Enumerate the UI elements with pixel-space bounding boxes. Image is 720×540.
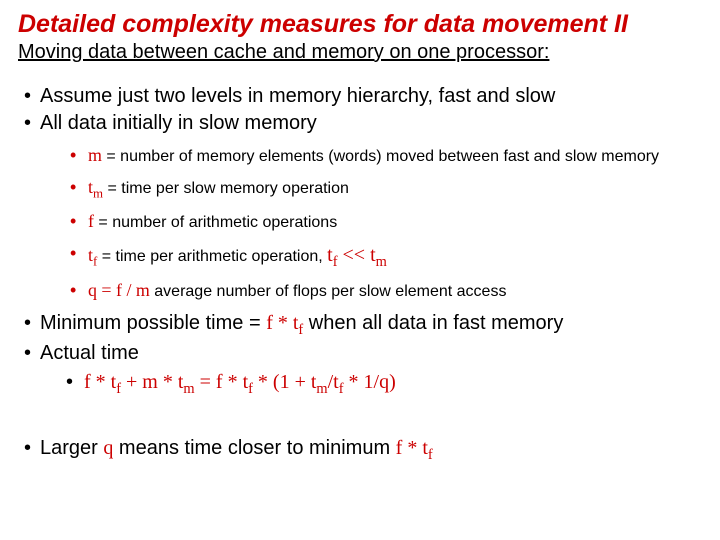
eq-part: f * tf + m * tm = f * tf * (1 + tm/tf * … bbox=[84, 371, 396, 393]
bullet-list: Assume just two levels in memory hierarc… bbox=[18, 84, 702, 398]
min-time-post: when all data in fast memory bbox=[303, 312, 563, 334]
min-time-pre: Minimum possible time = bbox=[40, 312, 266, 334]
def-q-text: average number of flops per slow element… bbox=[150, 283, 507, 300]
actual-time-eq-list: f * tf + m * tm = f * tf * (1 + tm/tf * … bbox=[62, 370, 702, 398]
min-eq: f * tf bbox=[396, 437, 433, 459]
larger-q-pre: Larger bbox=[40, 437, 103, 459]
bullet-min-time: Minimum possible time = f * tf when all … bbox=[18, 311, 702, 339]
var-tf: tf bbox=[88, 245, 97, 265]
def-tf-text: = time per arithmetic operation, bbox=[97, 248, 327, 265]
ineq-tm: tm bbox=[370, 244, 387, 266]
bullet-assumption-2: All data initially in slow memory m = nu… bbox=[18, 111, 702, 303]
sub-bullet-list: m = number of memory elements (words) mo… bbox=[66, 144, 702, 303]
def-m: m = number of memory elements (words) mo… bbox=[66, 144, 702, 168]
actual-time-label: Actual time bbox=[40, 342, 139, 364]
def-m-text: = number of memory elements (words) move… bbox=[102, 148, 659, 165]
bullet-list-2: Larger q means time closer to minimum f … bbox=[18, 436, 702, 464]
larger-q-mid: means time closer to minimum bbox=[113, 437, 395, 459]
bullet-actual-time: Actual time f * tf + m * tm = f * tf * (… bbox=[18, 341, 702, 398]
def-tf: tf = time per arithmetic operation, tf <… bbox=[66, 242, 702, 272]
def-q: q = f / m average number of flops per sl… bbox=[66, 279, 702, 303]
bullet-text: All data initially in slow memory bbox=[40, 112, 317, 134]
actual-time-eq: f * tf + m * tm = f * tf * (1 + tm/tf * … bbox=[62, 370, 702, 398]
var-tm: tm bbox=[88, 177, 103, 197]
slide-title: Detailed complexity measures for data mo… bbox=[18, 10, 702, 39]
var-m: m bbox=[88, 145, 102, 165]
slide-subtitle: Moving data between cache and memory on … bbox=[18, 41, 702, 64]
def-f-text: = number of arithmetic operations bbox=[94, 214, 337, 231]
ineq-tf: tf bbox=[327, 244, 337, 266]
def-f: f = number of arithmetic operations bbox=[66, 210, 702, 234]
var-q: q bbox=[103, 437, 113, 459]
def-tm: tm = time per slow memory operation bbox=[66, 176, 702, 202]
min-time-eq: f * tf bbox=[266, 312, 303, 334]
def-tm-text: = time per slow memory operation bbox=[103, 180, 349, 197]
var-q-eq: q = f / m bbox=[88, 280, 150, 300]
bullet-assumption-1: Assume just two levels in memory hierarc… bbox=[18, 84, 702, 109]
ineq-op: << bbox=[338, 244, 371, 266]
bullet-larger-q: Larger q means time closer to minimum f … bbox=[18, 436, 702, 464]
